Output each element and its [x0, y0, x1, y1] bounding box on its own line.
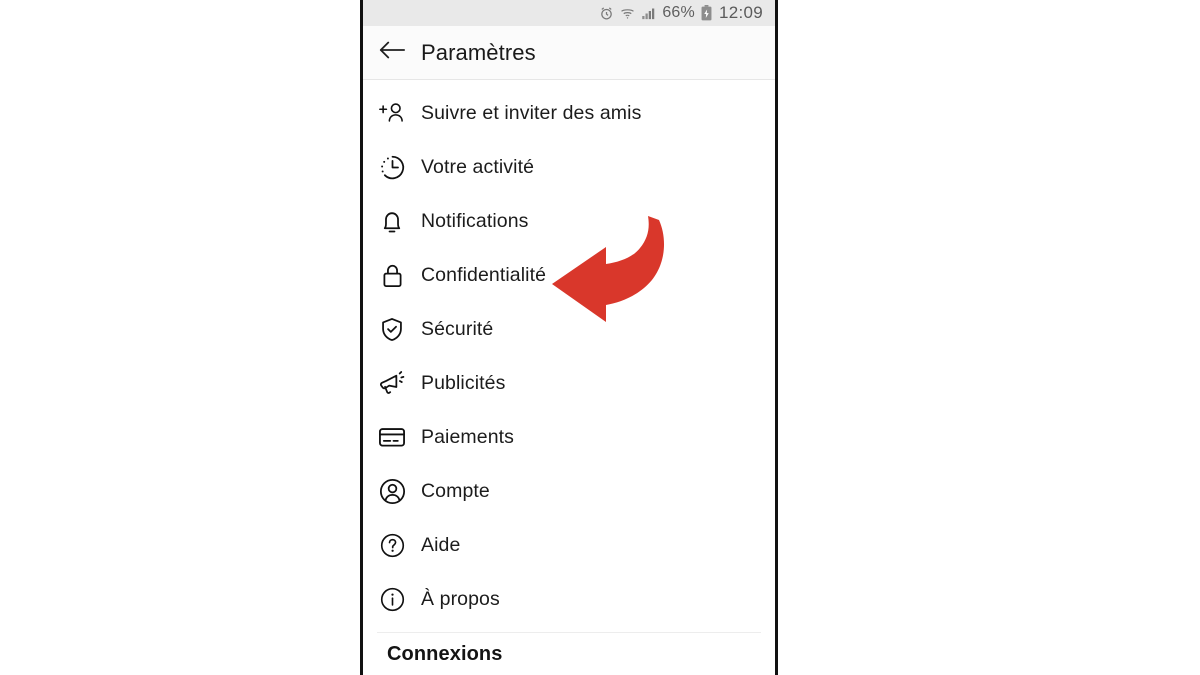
battery-charging-icon — [700, 5, 713, 21]
activity-clock-icon — [363, 154, 421, 181]
settings-item-label: Notifications — [421, 209, 529, 232]
info-circle-icon — [363, 587, 421, 612]
settings-item-label: Paiements — [421, 425, 515, 448]
settings-list: Suivre et inviter des amis Votre activit… — [363, 80, 775, 666]
credit-card-icon — [363, 425, 421, 449]
lock-icon — [363, 262, 421, 289]
help-circle-icon — [363, 533, 421, 558]
settings-item-ads[interactable]: Publicités — [363, 356, 775, 410]
account-circle-icon — [363, 478, 421, 505]
back-arrow-icon — [378, 39, 406, 66]
cellular-signal-icon — [641, 6, 656, 21]
shield-check-icon — [363, 316, 421, 343]
settings-item-notifications[interactable]: Notifications — [363, 194, 775, 248]
page-title: Paramètres — [421, 39, 536, 65]
settings-item-label: Compte — [421, 479, 490, 502]
settings-item-label: Votre activité — [421, 155, 535, 178]
settings-item-label: Confidentialité — [421, 263, 547, 286]
megaphone-icon — [363, 370, 421, 397]
bell-icon — [363, 208, 421, 235]
clock-time-label: 12:09 — [718, 3, 763, 22]
back-button[interactable] — [363, 39, 421, 66]
settings-item-label: Aide — [421, 533, 461, 556]
settings-item-label: Sécurité — [421, 317, 494, 340]
settings-item-privacy[interactable]: Confidentialité — [363, 248, 775, 302]
settings-item-label: À propos — [421, 587, 500, 610]
section-header-connexions: Connexions — [387, 643, 503, 665]
status-bar: 66% 12:09 — [363, 0, 775, 26]
app-bar: Paramètres — [363, 26, 775, 80]
settings-item-payments[interactable]: Paiements — [363, 410, 775, 464]
settings-item-follow-invite[interactable]: Suivre et inviter des amis — [363, 86, 775, 140]
phone-frame: 66% 12:09 Paramètres Suivre et inviter d… — [360, 0, 778, 675]
wifi-icon — [620, 6, 635, 21]
person-add-icon — [363, 100, 421, 126]
settings-item-label: Suivre et inviter des amis — [421, 101, 642, 124]
alarm-clock-icon — [599, 6, 614, 21]
settings-item-security[interactable]: Sécurité — [363, 302, 775, 356]
settings-item-about[interactable]: À propos — [363, 572, 775, 626]
settings-item-help[interactable]: Aide — [363, 518, 775, 572]
settings-item-account[interactable]: Compte — [363, 464, 775, 518]
settings-item-label: Publicités — [421, 371, 506, 394]
settings-item-your-activity[interactable]: Votre activité — [363, 140, 775, 194]
battery-percent-label: 66% — [662, 4, 695, 21]
